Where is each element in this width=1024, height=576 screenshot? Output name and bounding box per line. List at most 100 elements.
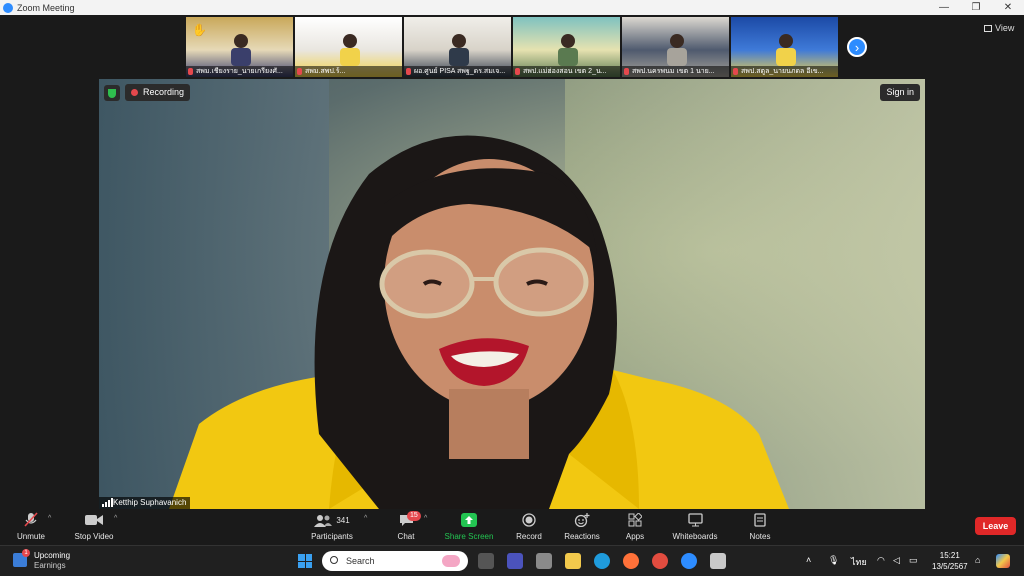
record-button[interactable]: Record bbox=[512, 512, 546, 541]
reactions-label: Reactions bbox=[564, 532, 600, 541]
encryption-shield-icon[interactable] bbox=[104, 85, 120, 101]
participant-thumbnail[interactable]: ✋ สพม.เชียงราย_นายเกรียงศั... bbox=[186, 17, 293, 77]
wifi-icon[interactable]: ◠ bbox=[877, 555, 885, 566]
search-placeholder: Search bbox=[346, 556, 375, 566]
meeting-stage: ✋ สพม.เชียงราย_นายเกรียงศั... สพม.สพป.ร้..… bbox=[0, 15, 1024, 509]
task-view-icon[interactable] bbox=[478, 553, 494, 569]
microphone-tray-icon[interactable]: 🎙 bbox=[828, 555, 839, 566]
notification-bell-icon[interactable]: ⌂ bbox=[975, 555, 980, 565]
participant-name: สพม.เชียงราย_นายเกรียงศั... bbox=[186, 66, 293, 77]
windows-start-icon[interactable] bbox=[298, 554, 312, 568]
muted-mic-icon bbox=[188, 68, 193, 75]
volume-icon[interactable]: ◁ bbox=[893, 555, 900, 566]
battery-icon[interactable]: ▭ bbox=[909, 555, 918, 566]
microphone-muted-icon bbox=[24, 512, 38, 527]
active-speaker-video: Recording Sign in Ketthip Suphavanich bbox=[99, 79, 925, 509]
participant-thumbnail[interactable]: สพป.แม่ฮ่องสอน เขต 2_น... bbox=[513, 17, 620, 77]
window-titlebar: Zoom Meeting — ❐ ✕ bbox=[0, 0, 1024, 15]
notes-icon bbox=[754, 513, 766, 527]
show-hidden-icons-chevron[interactable]: ˄ bbox=[806, 555, 811, 565]
speaker-figure bbox=[169, 135, 789, 509]
participant-name: สพป.สตูล_นายนภดล อีเข... bbox=[731, 66, 838, 77]
close-button[interactable]: ✕ bbox=[992, 2, 1024, 13]
mail-icon[interactable] bbox=[536, 553, 552, 569]
participants-icon bbox=[314, 514, 333, 527]
apps-label: Apps bbox=[625, 532, 645, 541]
participant-name-text: สพป.สตูล_นายนภดล อีเข... bbox=[741, 68, 824, 75]
taskbar-search-box[interactable]: Search bbox=[322, 551, 468, 571]
recording-indicator[interactable]: Recording bbox=[125, 84, 191, 101]
muted-mic-icon bbox=[515, 68, 520, 75]
participant-name: ผอ.ศูนย์ PISA สพฐ_ดร.สมเจ... bbox=[404, 66, 511, 77]
windows-taskbar: 1 Upcoming Earnings Search ˄ 🎙 ไทย ◠ ◁ ▭… bbox=[0, 545, 1024, 576]
gallery-strip: ✋ สพม.เชียงราย_นายเกรียงศั... สพม.สพป.ร้..… bbox=[186, 17, 838, 77]
muted-mic-icon bbox=[733, 68, 738, 75]
apps-grid-icon bbox=[628, 513, 642, 527]
taskbar-clock[interactable]: 15:21 13/5/2567 bbox=[932, 550, 968, 572]
notes-label: Notes bbox=[749, 532, 771, 541]
notes-button[interactable]: Notes bbox=[744, 512, 776, 541]
share-screen-button[interactable]: Share Screen bbox=[444, 512, 494, 541]
clock-date: 13/5/2567 bbox=[932, 562, 968, 571]
edge-browser-icon[interactable] bbox=[594, 553, 610, 569]
news-widget[interactable]: 1 Upcoming Earnings bbox=[13, 549, 70, 571]
snipping-tool-icon[interactable] bbox=[710, 553, 726, 569]
video-camera-icon bbox=[85, 515, 103, 525]
zoom-taskbar-icon[interactable] bbox=[681, 553, 697, 569]
participants-options-caret[interactable]: ^ bbox=[364, 515, 367, 522]
meeting-toolbar: Unmute ^ Stop Video ^ 341 Participants ^… bbox=[0, 509, 1024, 545]
search-highlight-icon bbox=[442, 555, 460, 567]
chat-label: Chat bbox=[397, 532, 415, 541]
participant-thumbnail[interactable]: ผอ.ศูนย์ PISA สพฐ_ดร.สมเจ... bbox=[404, 17, 511, 77]
whiteboards-label: Whiteboards bbox=[672, 532, 718, 541]
sign-in-button[interactable]: Sign in bbox=[880, 84, 920, 101]
view-grid-icon bbox=[984, 24, 992, 32]
raised-hand-icon: ✋ bbox=[192, 23, 207, 37]
participants-label: Participants bbox=[311, 532, 353, 541]
participant-name-text: สพม.เชียงราย_นายเกรียงศั... bbox=[196, 68, 283, 75]
muted-mic-icon bbox=[406, 68, 411, 75]
chat-options-caret[interactable]: ^ bbox=[424, 515, 427, 522]
minimize-button[interactable]: — bbox=[928, 2, 960, 13]
share-screen-label: Share Screen bbox=[444, 532, 494, 541]
view-button[interactable]: View bbox=[984, 23, 1014, 33]
copilot-icon[interactable] bbox=[996, 554, 1010, 568]
speaker-name: Ketthip Suphavanich bbox=[113, 498, 187, 507]
firefox-icon[interactable] bbox=[623, 553, 639, 569]
chrome-icon[interactable] bbox=[652, 553, 668, 569]
stop-video-button[interactable]: Stop Video bbox=[72, 512, 116, 541]
whiteboards-button[interactable]: Whiteboards bbox=[668, 512, 722, 541]
chat-unread-badge: 15 bbox=[407, 511, 421, 521]
next-page-button[interactable]: › bbox=[847, 37, 867, 57]
record-icon bbox=[522, 513, 536, 527]
video-options-caret[interactable]: ^ bbox=[114, 515, 117, 522]
participants-button[interactable]: 341 Participants bbox=[310, 512, 354, 541]
participants-count: 341 bbox=[336, 515, 350, 525]
participant-thumbnail[interactable]: สพป.สตูล_นายนภดล อีเข... bbox=[731, 17, 838, 77]
participant-thumbnail[interactable]: สพม.สพป.ร้... bbox=[295, 17, 402, 77]
smiley-plus-icon bbox=[574, 513, 590, 527]
view-label: View bbox=[995, 23, 1015, 33]
clock-time: 15:21 bbox=[939, 551, 960, 560]
connection-signal-icon bbox=[102, 498, 113, 507]
participant-name-text: สพม.สพป.ร้... bbox=[305, 68, 346, 75]
input-language[interactable]: ไทย bbox=[851, 555, 867, 569]
unmute-button[interactable]: Unmute bbox=[14, 512, 48, 541]
unmute-label: Unmute bbox=[16, 532, 45, 541]
speaker-name-tag: Ketthip Suphavanich bbox=[99, 497, 191, 509]
zoom-app-icon bbox=[3, 2, 13, 13]
reactions-button[interactable]: Reactions bbox=[562, 512, 602, 541]
participant-name-text: ผอ.ศูนย์ PISA สพฐ_ดร.สมเจ... bbox=[414, 68, 506, 75]
leave-button[interactable]: Leave bbox=[975, 517, 1016, 535]
participant-thumbnail[interactable]: สพป.นครพนม เขต 1 นาย... bbox=[622, 17, 729, 77]
search-icon bbox=[330, 556, 338, 564]
muted-mic-icon bbox=[624, 68, 629, 75]
restore-button[interactable]: ❐ bbox=[960, 2, 992, 13]
file-explorer-icon[interactable] bbox=[565, 553, 581, 569]
apps-button[interactable]: Apps bbox=[620, 512, 650, 541]
participant-name-text: สพป.นครพนม เขต 1 นาย... bbox=[632, 68, 715, 75]
teams-icon[interactable] bbox=[507, 553, 523, 569]
stop-video-label: Stop Video bbox=[74, 532, 114, 541]
audio-options-caret[interactable]: ^ bbox=[48, 515, 51, 522]
participant-name-text: สพป.แม่ฮ่องสอน เขต 2_น... bbox=[523, 68, 607, 75]
